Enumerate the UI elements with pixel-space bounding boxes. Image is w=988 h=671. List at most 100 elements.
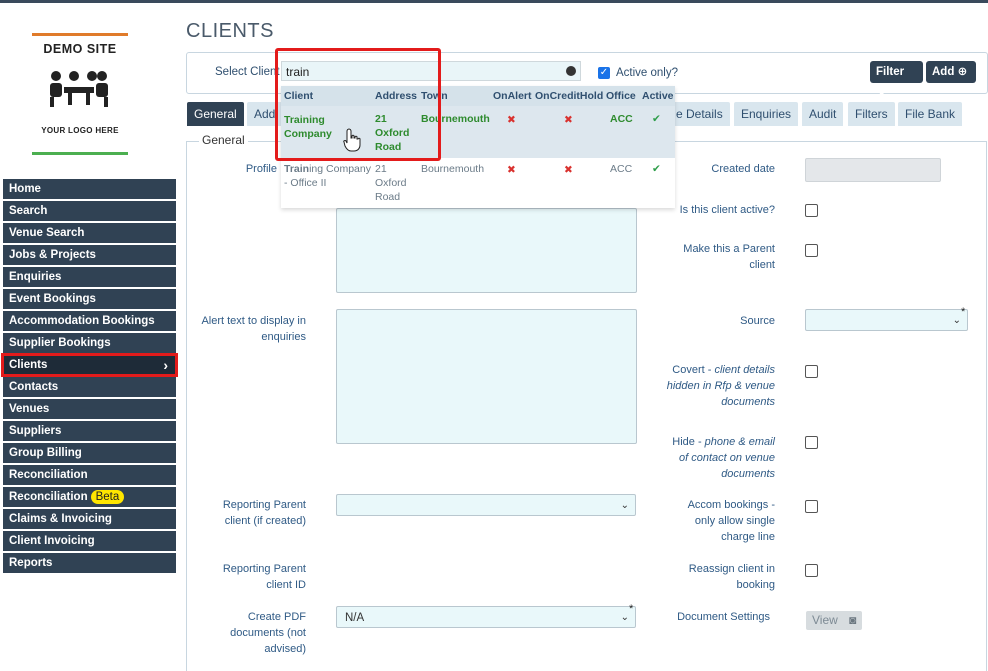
view-button[interactable]: View ◙ [806,611,862,630]
covert-label-text: Covert - [672,364,715,376]
header-onalert: OnAlert [493,90,532,102]
sidebar-item-label: Contacts [9,381,59,393]
covert-checkbox[interactable] [805,365,818,378]
sidebar-item-label: Accommodation Bookings [9,315,155,327]
accom-checkbox[interactable] [805,500,818,513]
sidebar-item-supplier-bookings[interactable]: Supplier Bookings [3,333,176,353]
page-title: CLIENTS [186,20,274,42]
sidebar-item-reports[interactable]: Reports [3,553,176,573]
check-icon: ✔ [652,113,661,125]
logo-subtitle: YOUR LOGO HERE [41,126,119,135]
hide-checkbox[interactable] [805,436,818,449]
sidebar-item-label: Reconciliation [9,469,88,481]
tab-file-bank[interactable]: File Bank [898,102,963,126]
filter-button[interactable]: Filter ▼ [870,61,923,100]
active-only-checkbox[interactable]: ✓ [598,66,610,79]
header-active: Active [642,90,674,102]
alert-text-label: Alert text to display in enquiries [201,315,306,343]
sidebar-item-reconciliation[interactable]: Reconciliation [3,465,176,485]
tab-filters[interactable]: Filters [848,102,895,126]
sidebar-item-suppliers[interactable]: Suppliers [3,421,176,441]
sidebar-item-label: Supplier Bookings [9,337,111,349]
source-select[interactable]: ⌄ [805,309,968,331]
logo-bottom-bar [32,152,128,155]
header-office: Office [606,90,636,102]
sidebar-item-label: Search [9,205,48,217]
close-icon: ✖ [507,164,516,176]
binoculars-icon: ◙ [849,613,857,627]
make-parent-checkbox[interactable] [805,244,818,257]
sidebar-item-contacts[interactable]: Contacts [3,377,176,397]
result-address: 21 Oxford Road [375,163,407,203]
created-date-label: Created date [711,163,775,175]
hide-label: Hide - phone & email of contact on venue… [666,434,775,482]
sidebar-item-label: Reports [9,557,53,569]
create-pdf-value: N/A [345,612,365,624]
sidebar-item-reconciliation-beta[interactable]: Reconciliation Beta [3,487,176,507]
tab-details[interactable]: e Details [670,102,730,126]
select-client-label: Select Client [215,66,280,78]
add-button-label: Add [932,66,955,78]
sidebar-item-accommodation-bookings[interactable]: Accommodation Bookings [3,311,176,331]
reassign-label: Reassign client in booking [688,563,775,591]
sidebar-item-label: Enquiries [9,271,62,283]
reassign-checkbox[interactable] [805,564,818,577]
is-active-label: Is this client active? [679,204,775,216]
sidebar-item-group-billing[interactable]: Group Billing [3,443,176,463]
required-asterisk: * [629,603,634,615]
funnel-icon: ▼ [876,88,888,100]
reporting-parent-select[interactable]: ⌄ [336,494,636,516]
beta-badge: Beta [90,490,125,504]
sidebar-item-label: Clients [9,359,48,371]
sidebar-item-label: Event Bookings [9,293,96,305]
sidebar-nav: Home Search Venue Search Jobs & Projects… [1,179,178,575]
profile-textarea[interactable] [336,208,637,293]
logo-top-bar [32,33,128,36]
close-icon: ✖ [507,114,516,126]
sidebar-item-jobs-projects[interactable]: Jobs & Projects [3,245,176,265]
tab-enquiries[interactable]: Enquiries [734,102,799,126]
close-icon: ✖ [564,114,573,126]
result-client-match: Train [284,163,310,175]
general-legend: General [199,133,248,147]
sidebar-item-clients[interactable]: Clients › [1,353,178,377]
top-border [0,0,988,3]
sidebar-item-venues[interactable]: Venues [3,399,176,419]
result-office: ACC [610,163,633,175]
sidebar-item-enquiries[interactable]: Enquiries [3,267,176,287]
sidebar-item-label: Group Billing [9,447,82,459]
plus-circle-icon: ⊕ [957,66,968,78]
header-oncredithold: OnCreditHold [535,90,604,102]
result-client[interactable]: Training Company - Office II [284,162,372,190]
create-pdf-label: Create PDF documents (not advised) [230,611,306,655]
covert-label: Covert - client details hidden in Rfp & … [666,362,775,410]
tab-audit[interactable]: Audit [802,102,844,126]
sidebar-item-claims-invoicing[interactable]: Claims & Invoicing [3,509,176,529]
result-town: Bournemouth [421,163,485,175]
is-active-checkbox[interactable] [805,204,818,217]
chevron-down-icon: ⌄ [620,612,629,623]
active-only-toggle[interactable]: ✓ Active only? [598,65,678,79]
sidebar-item-search[interactable]: Search [3,201,176,221]
document-settings-label: Document Settings [677,611,770,623]
alert-text-textarea[interactable] [336,309,637,444]
sidebar-item-label: Reconciliation [9,491,88,503]
logo-title: DEMO SITE [43,42,117,56]
sidebar-item-label: Client Invoicing [9,535,95,547]
accom-label: Accom bookings - only allow single charg… [687,499,775,543]
sidebar-item-client-invoicing[interactable]: Client Invoicing [3,531,176,551]
sidebar-item-label: Jobs & Projects [9,249,96,261]
source-label: Source [740,315,775,327]
create-pdf-select[interactable]: N/A ⌄ [336,606,636,628]
add-button[interactable]: Add ⊕ [926,61,976,83]
tab-general[interactable]: General [187,102,244,126]
filter-button-label: Filter [876,66,905,78]
globe-icon[interactable] [566,66,576,76]
site-logo[interactable]: DEMO SITE YOUR LOGO HERE [32,33,128,155]
check-icon: ✔ [652,163,661,175]
sidebar-item-home[interactable]: Home [3,179,176,199]
make-parent-label: Make this a Parent client [683,243,775,271]
sidebar-item-event-bookings[interactable]: Event Bookings [3,289,176,309]
sidebar-item-venue-search[interactable]: Venue Search [3,223,176,243]
result-office: ACC [610,113,633,125]
